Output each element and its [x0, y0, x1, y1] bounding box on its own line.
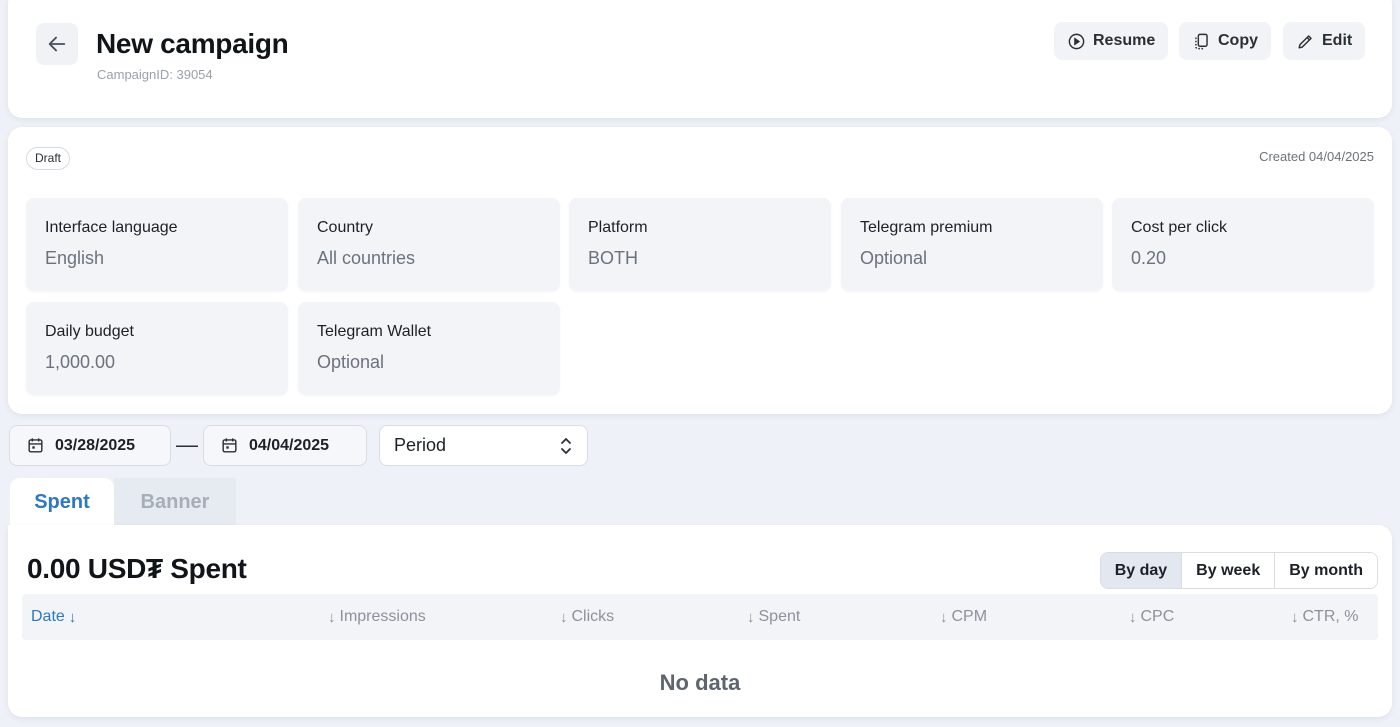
- field-value: English: [45, 248, 105, 268]
- field-label: Country: [317, 219, 374, 236]
- date-to-picker[interactable]: 04/04/2025: [203, 425, 367, 466]
- field-label: Platform: [588, 219, 648, 236]
- field-value: Optional: [860, 248, 928, 268]
- field-label: Cost per click: [1131, 219, 1228, 236]
- column-clicks[interactable]: ↓ Clicks: [560, 608, 614, 626]
- column-ctr-label: CTR, %: [1302, 608, 1359, 625]
- column-spent[interactable]: ↓ Spent: [747, 608, 800, 626]
- table-header: Date ↓ ↓ Impressions ↓ Clicks ↓ Spent ↓ …: [22, 594, 1378, 640]
- field-value: 0.20: [1131, 248, 1167, 268]
- granularity-toggle: By day By week By month: [1099, 552, 1378, 589]
- play-circle-icon: [1068, 33, 1085, 49]
- column-cpc[interactable]: ↓ CPC: [1129, 608, 1174, 626]
- column-date-label: Date: [31, 608, 65, 625]
- pencil-icon: [1298, 34, 1312, 49]
- column-cpc-label: CPC: [1140, 608, 1175, 625]
- field-interface-language: Interface language English: [26, 198, 288, 291]
- sort-arrow-icon: ↓: [1291, 608, 1299, 626]
- column-impressions-label: Impressions: [339, 608, 426, 625]
- spent-total: 0.00 USD₮ Spent: [27, 553, 247, 584]
- sort-arrow-icon: ↓: [1129, 608, 1137, 626]
- sort-arrow-icon: ↓: [940, 608, 948, 626]
- field-platform: Platform BOTH: [569, 198, 831, 291]
- calendar-icon: [222, 438, 237, 453]
- tab-spent[interactable]: Spent: [10, 478, 114, 527]
- empty-state: No data: [659, 670, 741, 695]
- sort-arrow-icon: ↓: [747, 608, 755, 626]
- campaign-id: CampaignID: 39054: [97, 67, 213, 82]
- field-daily-budget: Daily budget 1,000.00: [26, 302, 288, 395]
- field-cost-per-click: Cost per click 0.20: [1112, 198, 1374, 291]
- sort-arrow-icon: ↓: [68, 608, 77, 626]
- column-cpm-label: CPM: [951, 608, 988, 625]
- campaign-details: Draft Created 04/04/2025 Interface langu…: [8, 127, 1392, 414]
- date-from-value: 03/28/2025: [55, 436, 136, 454]
- sort-arrow-icon: ↓: [560, 608, 568, 626]
- resume-button[interactable]: Resume: [1054, 22, 1169, 60]
- by-week-button[interactable]: By week: [1181, 553, 1275, 588]
- field-value: All countries: [317, 248, 416, 268]
- field-label: Telegram Wallet: [317, 323, 432, 340]
- chevron-updown-icon: [561, 438, 571, 454]
- column-ctr[interactable]: ↓ CTR, %: [1291, 608, 1359, 626]
- date-from-picker[interactable]: 03/28/2025: [9, 425, 171, 466]
- field-value: Optional: [317, 352, 385, 372]
- sort-arrow-icon: ↓: [328, 608, 336, 626]
- column-clicks-label: Clicks: [571, 608, 615, 625]
- field-label: Daily budget: [45, 323, 134, 340]
- field-country: Country All countries: [298, 198, 560, 291]
- status-badge: Draft: [26, 147, 71, 170]
- arrow-left-icon: [48, 36, 66, 52]
- field-label: Interface language: [45, 219, 178, 236]
- by-month-button[interactable]: By month: [1274, 553, 1377, 588]
- copy-icon: [1195, 33, 1208, 49]
- field-telegram-premium: Telegram premium Optional: [841, 198, 1103, 291]
- field-value: 1,000.00: [45, 352, 116, 372]
- field-label: Telegram premium: [860, 219, 993, 236]
- edit-label: Edit: [1322, 32, 1353, 49]
- column-impressions[interactable]: ↓ Impressions: [328, 608, 426, 626]
- edit-button[interactable]: Edit: [1283, 22, 1366, 60]
- by-day-button[interactable]: By day: [1100, 553, 1182, 588]
- period-select[interactable]: Period: [379, 425, 588, 466]
- date-to-value: 04/04/2025: [249, 436, 330, 454]
- column-spent-label: Spent: [758, 608, 801, 625]
- back-button[interactable]: [36, 23, 78, 65]
- period-value: Period: [394, 435, 447, 455]
- field-value: BOTH: [588, 248, 639, 268]
- resume-label: Resume: [1093, 32, 1156, 49]
- column-date[interactable]: Date ↓: [31, 608, 76, 626]
- tab-banner[interactable]: Banner: [114, 478, 236, 527]
- created-date: Created 04/04/2025: [1259, 149, 1374, 164]
- page-title: New campaign: [96, 28, 289, 59]
- stats-panel: 0.00 USD₮ Spent By day By week By month …: [8, 525, 1392, 717]
- campaign-header: New campaign CampaignID: 39054 Resume Co…: [8, 0, 1392, 118]
- copy-label: Copy: [1218, 32, 1258, 49]
- column-cpm[interactable]: ↓ CPM: [940, 608, 987, 626]
- copy-button[interactable]: Copy: [1179, 22, 1271, 60]
- calendar-icon: [28, 438, 43, 453]
- date-range-separator: —: [176, 432, 198, 457]
- field-telegram-wallet: Telegram Wallet Optional: [298, 302, 560, 395]
